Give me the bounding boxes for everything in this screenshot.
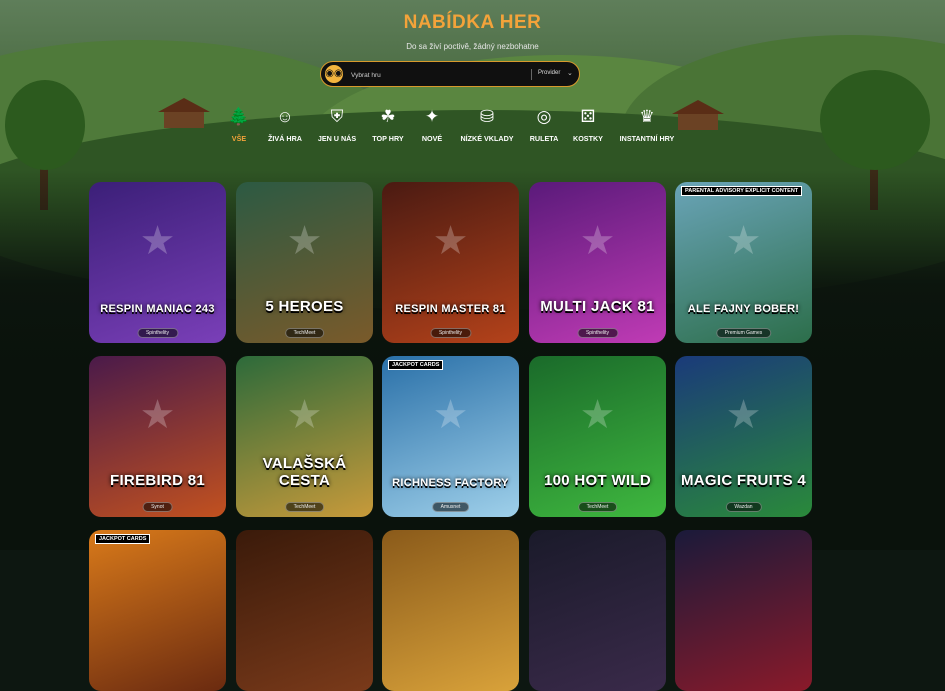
game-tile[interactable]: JACKPOT CARDS — [89, 530, 226, 691]
binoculars-icon: ◉◉ — [325, 65, 343, 83]
genie-icon: ★ — [286, 219, 323, 263]
category-tab[interactable]: ◎ RULETA — [530, 106, 559, 143]
shield-icon: ⛨ — [330, 107, 344, 126]
game-cover-art — [236, 530, 373, 691]
tag-icon: ✦ — [424, 107, 440, 126]
provider-badge: TechMeet — [284, 502, 325, 512]
game-tile[interactable]: ★ MAGIC FRUITS 4 Wazdan — [675, 356, 812, 517]
category-label: RULETA — [529, 134, 559, 143]
game-title: 100 HOT WILD — [544, 472, 651, 489]
category-tab[interactable]: ⛁ NÍZKÉ VKLADY — [460, 106, 513, 143]
category-nav: 🌲 VŠE ☺ ŽIVÁ HRA ⛨ JEN U NÁS ☘ TOP HRY ✦ NOVÉ ⛁ NÍZ… — [0, 106, 945, 146]
category-label: KOSTKY — [573, 134, 603, 143]
provider-badge: Amusnet — [431, 502, 470, 512]
provider-badge: TechMeet — [284, 328, 325, 338]
category-tab[interactable]: ♛ INSTANTNÍ HRY — [620, 106, 675, 143]
coins-icon: ⛁ — [479, 107, 495, 126]
game-tile[interactable]: ★ VALAŠSKÁ CESTA TechMeet — [236, 356, 373, 517]
beaver-icon: ★ — [725, 219, 762, 263]
game-cover-art — [675, 530, 812, 691]
game-tile[interactable]: ★ RESPIN MANIAC 243 Spinthelity — [89, 182, 226, 343]
divider — [531, 69, 532, 80]
category-label: NOVÉ — [421, 134, 443, 143]
category-tab[interactable]: ⚄ KOSTKY — [573, 106, 603, 143]
category-tab[interactable]: 🌲 VŠE — [228, 106, 250, 143]
roulette-icon: ◎ — [536, 107, 552, 126]
page-title: NABÍDKA HER — [403, 12, 542, 33]
category-tab[interactable]: ✦ NOVÉ — [421, 106, 443, 143]
category-tab[interactable]: ☘ TOP HRY — [372, 106, 403, 143]
category-tab[interactable]: ☺ ŽIVÁ HRA — [268, 106, 302, 143]
game-tile[interactable]: ★ 5 HEROES TechMeet — [236, 182, 373, 343]
jester-icon: ★ — [579, 393, 616, 437]
category-tab[interactable]: ⛨ JEN U NÁS — [318, 106, 356, 143]
game-title: RICHNESS FACTORY — [392, 477, 509, 489]
game-search-bar: ◉◉ Provider ⌄ — [320, 61, 580, 87]
game-title: RESPIN MANIAC 243 — [100, 303, 215, 315]
game-cover-art — [382, 530, 519, 691]
game-tile[interactable]: ★ 100 HOT WILD TechMeet — [529, 356, 666, 517]
dice-icon: ⚄ — [580, 107, 596, 126]
provider-badge: TechMeet — [577, 502, 618, 512]
category-label: TOP HRY — [372, 134, 404, 143]
game-cover-art — [89, 530, 226, 691]
provider-dropdown[interactable]: Provider — [538, 70, 560, 76]
game-tile[interactable] — [529, 530, 666, 691]
chevron-down-icon[interactable]: ⌄ — [567, 69, 573, 77]
game-tile[interactable] — [236, 530, 373, 691]
provider-badge: Wazdan — [725, 502, 762, 512]
game-tile[interactable]: ★ JACKPOT CARDS RICHNESS FACTORY Amusnet — [382, 356, 519, 517]
game-cover-art — [529, 530, 666, 691]
goblin-icon: ★ — [725, 393, 762, 437]
category-label: VŠE — [231, 134, 247, 143]
game-badge: PARENTAL ADVISORY EXPLICIT CONTENT — [681, 186, 803, 196]
game-title: RESPIN MASTER 81 — [395, 303, 506, 315]
provider-badge: Synot — [142, 502, 173, 512]
joker-face-icon: ★ — [139, 219, 176, 263]
game-title: MULTI JACK 81 — [540, 298, 655, 315]
crown-icon: ♛ — [639, 107, 655, 126]
category-label: ŽIVÁ HRA — [268, 134, 302, 143]
game-title: VALAŠSKÁ CESTA — [262, 455, 347, 489]
game-tile[interactable]: ★ RESPIN MASTER 81 Spinthelity — [382, 182, 519, 343]
jester-icon: ★ — [579, 219, 616, 263]
game-tile[interactable] — [675, 530, 812, 691]
game-title: FIREBIRD 81 — [110, 472, 205, 489]
provider-badge: Spinthelity — [429, 328, 472, 338]
wizard-icon: ★ — [432, 219, 469, 263]
game-title: ALE FAJNY BOBER! — [687, 303, 800, 315]
elf-icon: ★ — [432, 393, 469, 437]
search-input[interactable] — [349, 67, 533, 83]
game-title: 5 HEROES — [265, 298, 344, 315]
maiden-icon: ★ — [286, 393, 323, 437]
provider-badge: Spinthelity — [576, 328, 619, 338]
game-badge: JACKPOT CARDS — [388, 360, 444, 370]
category-label: NÍZKÉ VKLADY — [460, 134, 514, 143]
game-tile[interactable]: ★ MULTI JACK 81 Spinthelity — [529, 182, 666, 343]
game-title: MAGIC FRUITS 4 — [680, 472, 807, 489]
game-tile[interactable] — [382, 530, 519, 691]
category-label: JEN U NÁS — [317, 134, 357, 143]
page-subtitle: Do sa živí poctivě, žádný nezbohatne — [406, 42, 539, 51]
game-tile[interactable]: ★ FIREBIRD 81 Synot — [89, 356, 226, 517]
game-tile[interactable]: ★ PARENTAL ADVISORY EXPLICIT CONTENT ALE F… — [675, 182, 812, 343]
tree-icon: 🌲 — [228, 107, 250, 126]
dealer-icon: ☺ — [276, 107, 294, 126]
provider-badge: Spinthelity — [136, 328, 179, 338]
fruit-icon: ☘ — [380, 107, 396, 126]
provider-badge: Premium Games — [715, 328, 772, 338]
category-label: INSTANTNÍ HRY — [619, 134, 675, 143]
game-badge: JACKPOT CARDS — [95, 534, 151, 544]
phoenix-icon: ★ — [139, 393, 176, 437]
